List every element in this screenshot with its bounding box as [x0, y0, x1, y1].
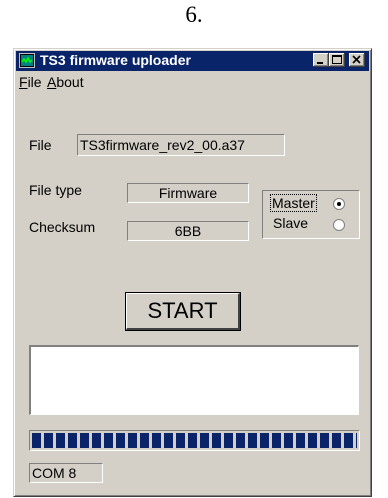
maximize-icon [332, 55, 342, 64]
log-output[interactable] [29, 345, 359, 415]
master-label[interactable]: Master [270, 194, 317, 212]
menu-file[interactable]: File [19, 74, 42, 90]
menu-about-label: bout [56, 74, 84, 90]
menu-file-label: ile [27, 74, 42, 90]
minimize-icon [317, 62, 323, 64]
close-icon [352, 55, 361, 64]
file-label: File [29, 137, 52, 153]
app-icon [19, 53, 35, 68]
menu-about[interactable]: About [47, 74, 84, 90]
menu-about-accel: A [47, 74, 57, 90]
checksum-field: 6BB [127, 221, 249, 241]
radio-selected-icon [333, 198, 345, 210]
progress-bar [29, 430, 360, 451]
checksum-label: Checksum [29, 219, 96, 235]
figure-caption: 6. [185, 2, 203, 27]
progress-fill [32, 433, 357, 448]
menu-file-accel: F [19, 74, 28, 90]
file-type-field: Firmware [127, 183, 249, 203]
maximize-button[interactable] [329, 53, 345, 67]
file-path-field[interactable]: TS3firmware_rev2_00.a37 [77, 134, 285, 156]
master-radio[interactable] [333, 197, 345, 210]
minimize-button[interactable] [313, 53, 329, 67]
slave-radio[interactable] [333, 218, 345, 231]
slave-label[interactable]: Slave [273, 215, 308, 231]
status-port: COM 8 [29, 463, 103, 483]
app-window: TS3 firmware uploader File About File TS… [13, 48, 372, 497]
radio-unselected-icon [333, 219, 345, 231]
title-bar[interactable]: TS3 firmware uploader [16, 51, 369, 71]
file-type-label: File type [29, 182, 82, 198]
start-button[interactable]: START [125, 292, 241, 331]
window-title: TS3 firmware uploader [40, 52, 191, 68]
mode-group: Master Slave [262, 190, 360, 239]
close-button[interactable] [349, 53, 365, 67]
